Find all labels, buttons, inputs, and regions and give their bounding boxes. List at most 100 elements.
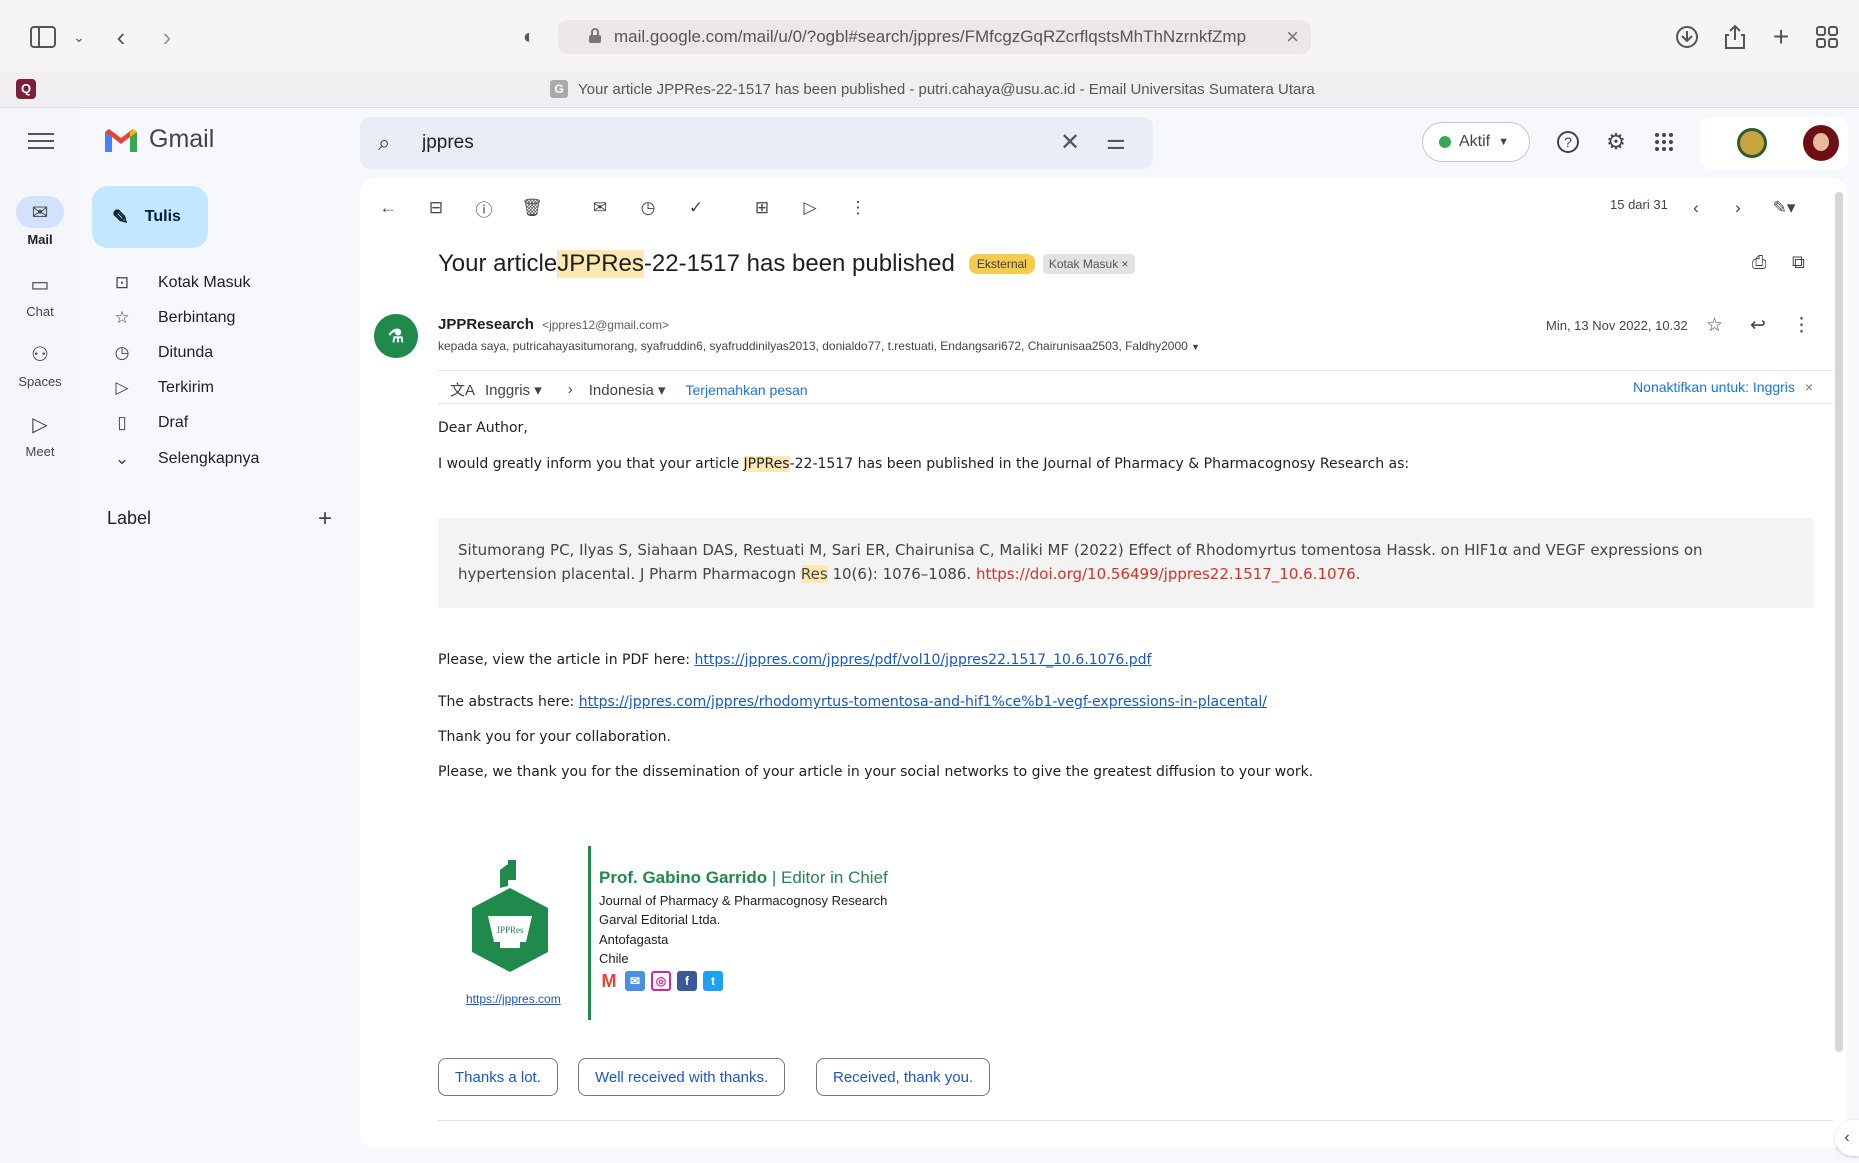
avatar[interactable]: [1803, 125, 1839, 161]
jppres-logo[interactable]: JPPRes: [470, 858, 550, 976]
tune-icon[interactable]: ⚌: [1106, 129, 1126, 155]
mark-unread-icon[interactable]: ✉: [586, 194, 614, 222]
nav-item-inbox[interactable]: ⊡ Kotak Masuk: [92, 267, 342, 299]
extension-icon[interactable]: Q: [16, 79, 36, 99]
menu-icon[interactable]: [28, 128, 54, 154]
new-tab-icon[interactable]: +: [1764, 20, 1798, 54]
doi-link[interactable]: https://doi.org/10.56499/jppres22.1517_1…: [976, 565, 1356, 583]
print-icon[interactable]: ⎙: [1752, 252, 1766, 273]
clear-url-icon[interactable]: ×: [1286, 24, 1299, 50]
apps-icon[interactable]: [1648, 126, 1680, 158]
intro-before: I would greatly inform you that your art…: [438, 456, 744, 472]
sender-avatar[interactable]: ⚗: [374, 314, 418, 358]
nav-item-drafts[interactable]: ▯ Draf: [92, 407, 342, 439]
pencil-icon: ✎: [112, 206, 129, 229]
open-new-window-icon[interactable]: ⧉: [1792, 252, 1805, 273]
move-to-icon[interactable]: ⊞: [748, 194, 776, 222]
status-dropdown[interactable]: Aktif ▼: [1422, 122, 1530, 162]
lock-icon: [589, 28, 601, 43]
gmail-social-icon[interactable]: M: [599, 971, 619, 991]
add-label-icon[interactable]: +: [318, 505, 332, 533]
tab-title: Your article JPPRes-22-1517 has been pub…: [578, 80, 1315, 98]
caret-down-icon: ▼: [1498, 136, 1510, 148]
rail-item-chat[interactable]: ▭ Chat: [0, 268, 80, 320]
sender-name[interactable]: JPPResearch: [438, 316, 534, 333]
add-task-icon[interactable]: ✓: [682, 194, 710, 222]
signature-website-link[interactable]: https://jppres.com: [466, 992, 561, 1006]
nav-item-snoozed[interactable]: ◷ Ditunda: [92, 337, 342, 369]
settings-icon[interactable]: ⚙: [1600, 126, 1632, 158]
intro-after: -22-1517 has been published in the Journ…: [789, 456, 1410, 472]
gmail-logo[interactable]: Gmail: [103, 125, 214, 154]
email-social-icon[interactable]: ✉: [625, 971, 645, 991]
facebook-icon[interactable]: f: [677, 971, 697, 991]
status-dot-icon: [1439, 136, 1451, 148]
translate-message-link[interactable]: Terjemahkan pesan: [686, 382, 808, 398]
from-language-select[interactable]: Inggris ▾: [485, 381, 542, 399]
reply-divider: [438, 1120, 1833, 1121]
nav-item-starred[interactable]: ☆ Berbintang: [92, 302, 342, 334]
next-icon[interactable]: ›: [1724, 194, 1752, 222]
rail-item-spaces[interactable]: ⚇ Spaces: [0, 338, 80, 390]
rail-item-mail[interactable]: ✉ Mail: [0, 196, 80, 247]
twitter-icon[interactable]: t: [703, 971, 723, 991]
forward-icon[interactable]: ›: [150, 20, 184, 54]
scrollbar[interactable]: [1835, 192, 1843, 1052]
archive-icon[interactable]: ⊟: [422, 194, 450, 222]
label-icon[interactable]: ▷: [796, 194, 824, 222]
search-bar[interactable]: ⌕ ✕ ⚌: [360, 117, 1153, 169]
smart-reply-3[interactable]: Received, thank you.: [816, 1058, 991, 1096]
closing-paragraph: Please, we thank you for the disseminati…: [438, 764, 1314, 780]
intro-highlight: JPPRes: [743, 456, 790, 472]
active-tab[interactable]: G Your article JPPRes-22-1517 has been p…: [550, 80, 1315, 98]
delete-icon[interactable]: 🗑︎: [518, 194, 546, 222]
close-icon[interactable]: ×: [1805, 379, 1813, 395]
shield-icon[interactable]: ◐: [512, 20, 546, 54]
report-spam-icon[interactable]: ⓘ: [470, 194, 498, 222]
clear-icon[interactable]: ✕: [1060, 128, 1080, 157]
edit-icon[interactable]: ✎▾: [1770, 194, 1798, 222]
search-input[interactable]: [422, 129, 1022, 157]
sidebar-icon[interactable]: [26, 20, 60, 54]
recipients[interactable]: kepada saya, putricahayasitumorang, syaf…: [438, 339, 1200, 353]
logo-text: JPPRes: [496, 925, 524, 935]
snooze-icon[interactable]: ◷: [634, 194, 662, 222]
nav-item-more[interactable]: ⌄ Selengkapnya: [92, 443, 342, 475]
address-bar[interactable]: mail.google.com/mail/u/0/?ogbl#search/jp…: [558, 20, 1311, 54]
compose-button[interactable]: ✎ Tulis: [92, 186, 208, 248]
pdf-label: Please, view the article in PDF here:: [438, 652, 695, 668]
to-language-select[interactable]: Indonesia ▾: [589, 381, 666, 399]
gmail-wordmark: Gmail: [149, 125, 215, 153]
url-text[interactable]: mail.google.com/mail/u/0/?ogbl#search/jp…: [614, 27, 1274, 47]
external-badge: Eksternal: [968, 254, 1035, 274]
pdf-link[interactable]: https://jppres.com/jppres/pdf/vol10/jppr…: [694, 652, 1151, 668]
instagram-icon[interactable]: ◎: [651, 971, 671, 991]
message-pane: ← ⊟ ⓘ 🗑︎ ✉ ◷ ✓ ⊞ ▷ ⋮ 15 dari 31 ‹ › ✎▾ Y…: [360, 178, 1847, 1148]
search-icon[interactable]: ⌕: [378, 130, 390, 156]
help-icon[interactable]: ?: [1552, 126, 1584, 158]
prev-icon[interactable]: ‹: [1682, 194, 1710, 222]
svg-text:?: ?: [1564, 134, 1572, 150]
more-icon[interactable]: ⋮: [844, 194, 872, 222]
organization-logo[interactable]: [1737, 128, 1767, 158]
disable-translation-link[interactable]: Nonaktifkan untuk: Inggris ×: [1633, 379, 1813, 395]
inbox-label-text: Kotak Masuk: [1048, 257, 1119, 271]
rail-item-meet[interactable]: ▷ Meet: [0, 408, 80, 460]
download-icon[interactable]: [1670, 20, 1704, 54]
abstract-link[interactable]: https://jppres.com/jppres/rhodomyrtus-to…: [579, 694, 1267, 710]
share-icon[interactable]: [1718, 20, 1752, 54]
reply-icon[interactable]: ↩: [1750, 314, 1766, 337]
nav-label-drafts: Draf: [158, 414, 189, 431]
smart-reply-1[interactable]: Thanks a lot.: [438, 1058, 558, 1096]
smart-reply-2[interactable]: Well received with thanks.: [578, 1058, 786, 1096]
inbox-label-badge[interactable]: Kotak Masuk ×: [1042, 254, 1135, 274]
chevron-down-icon[interactable]: ⌄: [62, 20, 96, 54]
back-icon[interactable]: ‹: [104, 20, 138, 54]
back-arrow-icon[interactable]: ←: [374, 194, 402, 222]
signature-line-publisher: Garval Editorial Ltda.: [599, 912, 721, 927]
translate-icon: 文A: [450, 382, 476, 399]
tab-overview-icon[interactable]: [1810, 20, 1844, 54]
nav-item-sent[interactable]: ▷ Terkirim: [92, 372, 342, 404]
more-vert-icon[interactable]: ⋮: [1792, 314, 1811, 337]
star-icon[interactable]: ☆: [1706, 314, 1723, 337]
